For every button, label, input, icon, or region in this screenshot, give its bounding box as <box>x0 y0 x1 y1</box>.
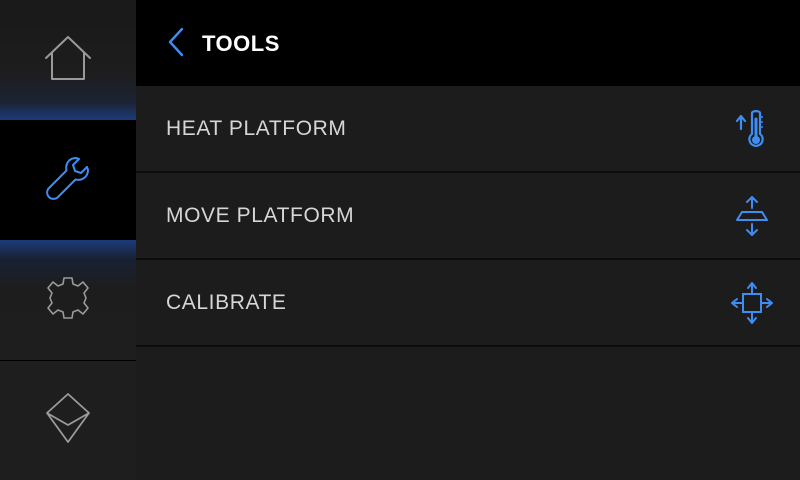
tools-screen: TOOLS HEAT PLATFORM MOVE PLATFORM CALIBR… <box>0 0 800 480</box>
gear-icon <box>44 274 92 327</box>
home-icon <box>42 34 94 87</box>
octahedron-icon <box>44 391 92 450</box>
sidebar <box>0 0 136 480</box>
tools-menu: HEAT PLATFORM MOVE PLATFORM CALIBRATE <box>136 86 800 347</box>
sidebar-item-settings[interactable] <box>0 240 136 360</box>
menu-item-move-platform[interactable]: MOVE PLATFORM <box>136 173 800 260</box>
page-title: TOOLS <box>202 31 280 56</box>
platform-up-down-icon <box>730 194 774 238</box>
calibrate-arrows-icon <box>730 281 774 325</box>
chevron-left-icon <box>166 26 186 63</box>
menu-item-label: CALIBRATE <box>166 290 287 314</box>
wrench-icon <box>42 152 94 209</box>
menu-item-label: HEAT PLATFORM <box>166 116 347 140</box>
menu-item-heat-platform[interactable]: HEAT PLATFORM <box>136 86 800 173</box>
sidebar-item-tools[interactable] <box>0 120 136 240</box>
menu-item-calibrate[interactable]: CALIBRATE <box>136 260 800 347</box>
header-bar: TOOLS <box>136 0 800 86</box>
sidebar-item-info[interactable] <box>0 361 136 480</box>
sidebar-item-home[interactable] <box>0 0 136 120</box>
menu-item-label: MOVE PLATFORM <box>166 203 355 227</box>
back-button[interactable] <box>162 26 190 62</box>
thermometer-up-icon <box>730 107 774 151</box>
